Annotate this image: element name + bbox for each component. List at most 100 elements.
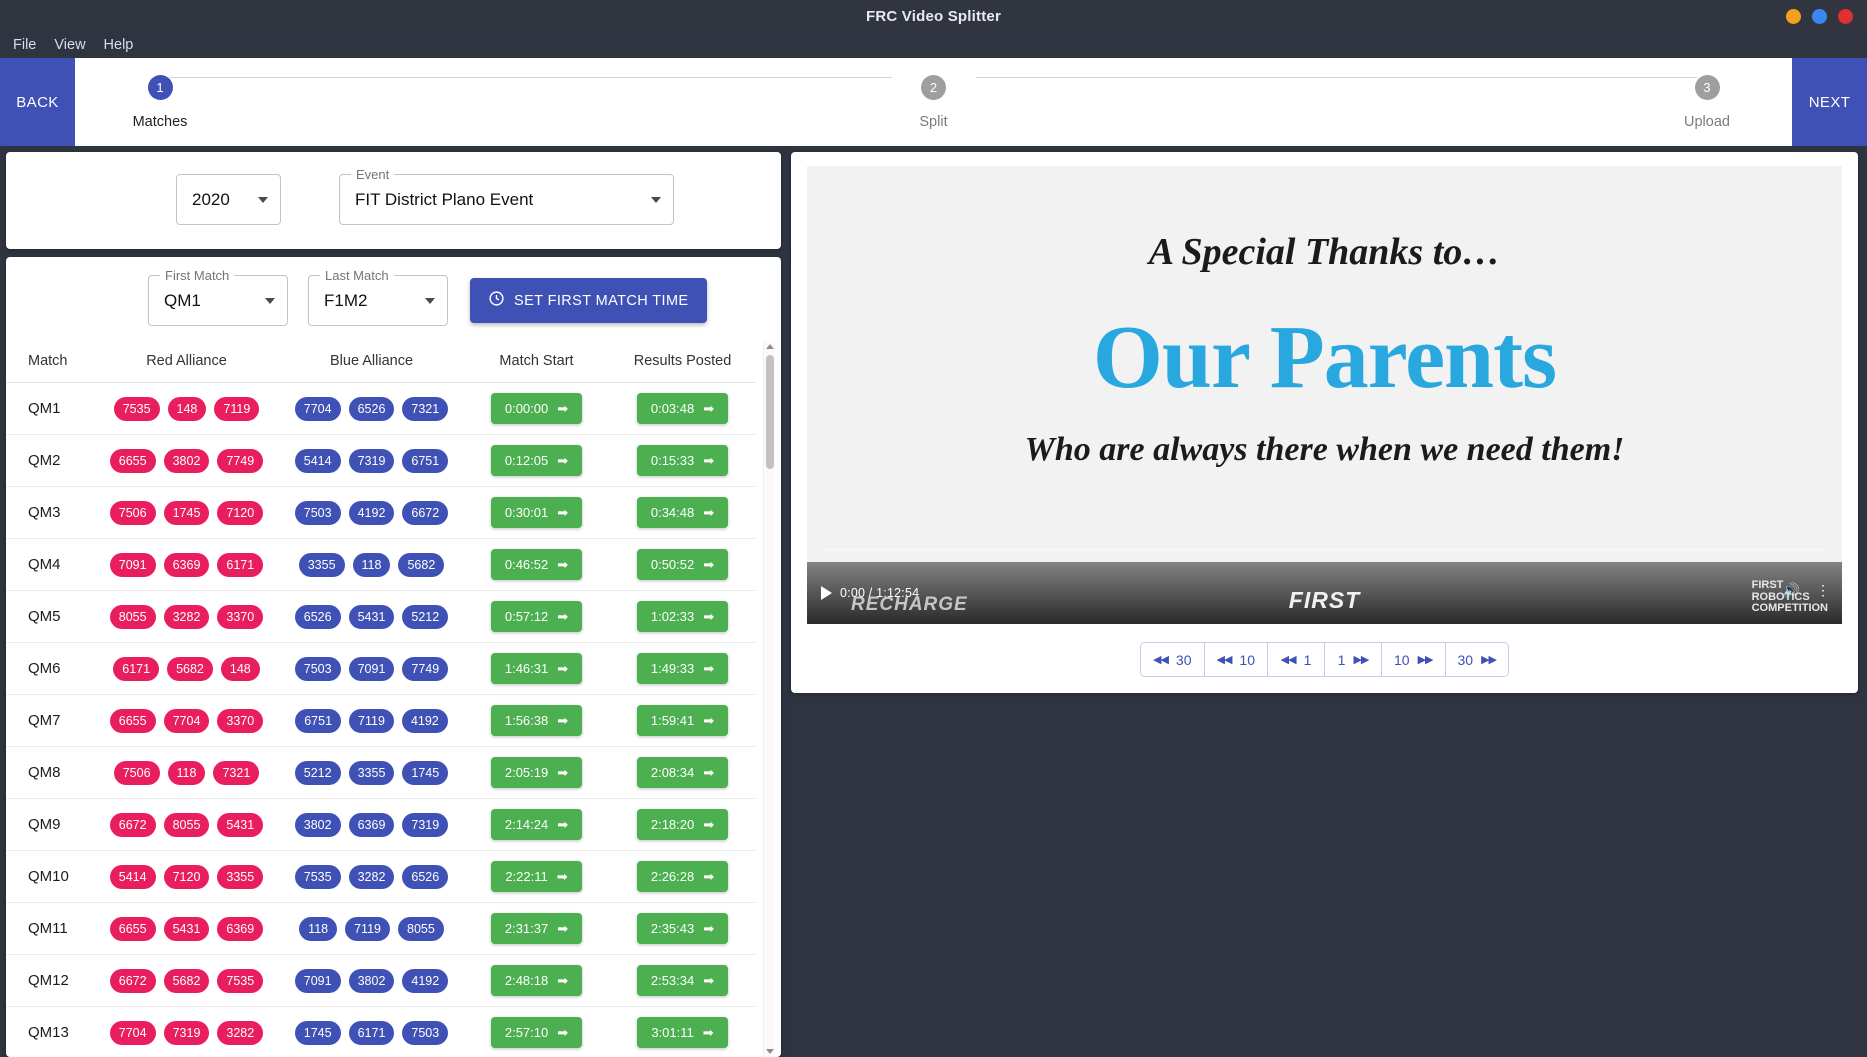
team-chip[interactable]: 4192 (401, 708, 448, 733)
team-chip[interactable]: 5212 (294, 760, 341, 785)
seek-forward-1-button[interactable]: 1 ▶▶ (1325, 643, 1382, 676)
results-posted-button[interactable]: 2:08:34 ➡ (637, 757, 728, 788)
seek-back-10-button[interactable]: ◀◀ 10 (1204, 643, 1268, 676)
results-posted-button[interactable]: 0:34:48 ➡ (637, 497, 728, 528)
match-start-button[interactable]: 0:12:05 ➡ (491, 445, 582, 476)
team-chip[interactable]: 7120 (217, 500, 264, 525)
match-start-button[interactable]: 1:56:38 ➡ (491, 705, 582, 736)
team-chip[interactable]: 148 (167, 396, 207, 421)
results-posted-button[interactable]: 2:53:34 ➡ (637, 965, 728, 996)
year-select[interactable]: 2020 (176, 174, 281, 225)
team-chip[interactable]: 6369 (217, 916, 264, 941)
match-start-button[interactable]: 2:22:11 ➡ (491, 861, 582, 892)
scrollbar-thumb[interactable] (766, 355, 774, 469)
match-start-button[interactable]: 2:31:37 ➡ (491, 913, 582, 944)
team-chip[interactable]: 8055 (398, 916, 444, 941)
team-chip[interactable]: 5682 (163, 968, 210, 993)
results-posted-button[interactable]: 2:35:43 ➡ (637, 913, 728, 944)
table-row[interactable]: QM4 7091 6369 6171 3355 118 5682 0:46:52 ➡ 0:50:5… (6, 538, 756, 591)
team-chip[interactable]: 5682 (398, 552, 445, 577)
team-chip[interactable]: 7319 (348, 448, 395, 473)
table-row[interactable]: QM11 6655 5431 6369 118 7119 8055 2:31:37 ➡ 2:35:… (6, 902, 756, 955)
team-chip[interactable]: 7535 (113, 396, 160, 421)
team-chip[interactable]: 8055 (163, 812, 210, 837)
team-chip[interactable]: 6526 (402, 864, 449, 889)
table-row[interactable]: QM8 7506 118 7321 5212 3355 1745 2:05:19 ➡ 2:08:3… (6, 746, 756, 799)
table-row[interactable]: QM6 6171 5682 148 7503 7091 7749 1:46:31 ➡ 1:49:3… (6, 642, 756, 695)
menu-view[interactable]: View (45, 34, 94, 56)
team-chip[interactable]: 4192 (348, 500, 395, 525)
team-chip[interactable]: 7319 (163, 1020, 210, 1045)
match-start-button[interactable]: 0:00:00 ➡ (491, 393, 582, 424)
team-chip[interactable]: 7535 (294, 864, 341, 889)
seek-forward-10-button[interactable]: 10 ▶▶ (1382, 643, 1446, 676)
team-chip[interactable]: 1745 (402, 760, 449, 785)
team-chip[interactable]: 5431 (348, 604, 395, 629)
team-chip[interactable]: 7704 (109, 1020, 156, 1045)
table-row[interactable]: QM13 7704 7319 3282 1745 6171 7503 2:57:10 ➡ 3:01… (6, 1006, 756, 1057)
team-chip[interactable]: 3282 (348, 864, 395, 889)
match-start-button[interactable]: 2:05:19 ➡ (491, 757, 582, 788)
team-chip[interactable]: 7749 (217, 448, 264, 473)
team-chip[interactable]: 6171 (113, 656, 160, 681)
table-scrollbar[interactable] (763, 341, 775, 1057)
team-chip[interactable]: 148 (220, 656, 260, 681)
team-chip[interactable]: 7749 (402, 656, 449, 681)
team-chip[interactable]: 6526 (348, 396, 395, 421)
team-chip[interactable]: 6369 (348, 812, 395, 837)
video-player[interactable]: A Special Thanks to… Our Parents Who are… (807, 166, 1842, 624)
team-chip[interactable]: 8055 (109, 604, 156, 629)
results-posted-button[interactable]: 3:01:11 ➡ (637, 1017, 728, 1048)
team-chip[interactable]: 6751 (295, 708, 342, 733)
set-first-match-time-button[interactable]: SET FIRST MATCH TIME (470, 278, 707, 323)
team-chip[interactable]: 7091 (294, 968, 341, 993)
team-chip[interactable]: 5414 (109, 864, 156, 889)
team-chip[interactable]: 3370 (217, 604, 264, 629)
team-chip[interactable]: 6171 (217, 552, 264, 577)
table-row[interactable]: QM7 6655 7704 3370 6751 7119 4192 1:56:38 ➡ 1:59:… (6, 694, 756, 747)
team-chip[interactable]: 7119 (214, 396, 260, 421)
team-chip[interactable]: 7120 (163, 864, 210, 889)
results-posted-button[interactable]: 1:59:41 ➡ (637, 705, 728, 736)
team-chip[interactable]: 4192 (402, 968, 449, 993)
step-split[interactable]: 2 Split (874, 74, 994, 130)
team-chip[interactable]: 6655 (109, 448, 156, 473)
team-chip[interactable]: 7503 (294, 656, 341, 681)
results-posted-button[interactable]: 2:18:20 ➡ (637, 809, 728, 840)
team-chip[interactable]: 5212 (402, 604, 449, 629)
team-chip[interactable]: 118 (167, 760, 206, 785)
team-chip[interactable]: 6672 (109, 812, 156, 837)
maximize-button[interactable] (1812, 8, 1827, 24)
team-chip[interactable]: 118 (352, 552, 391, 577)
results-posted-button[interactable]: 1:02:33 ➡ (637, 601, 728, 632)
table-row[interactable]: QM3 7506 1745 7120 7503 4192 6672 0:30:01 ➡ 0:34:… (6, 486, 756, 539)
team-chip[interactable]: 5431 (163, 916, 210, 941)
results-posted-button[interactable]: 0:15:33 ➡ (637, 445, 728, 476)
match-start-button[interactable]: 2:48:18 ➡ (491, 965, 582, 996)
match-start-button[interactable]: 0:30:01 ➡ (491, 497, 582, 528)
team-chip[interactable]: 7321 (402, 396, 449, 421)
first-match-select[interactable]: First Match QM1 (148, 268, 288, 326)
team-chip[interactable]: 7319 (402, 812, 449, 837)
team-chip[interactable]: 1745 (163, 500, 210, 525)
team-chip[interactable]: 7506 (113, 760, 160, 785)
team-chip[interactable]: 6672 (402, 500, 449, 525)
team-chip[interactable]: 3802 (294, 812, 341, 837)
match-start-button[interactable]: 1:46:31 ➡ (491, 653, 582, 684)
close-button[interactable] (1838, 8, 1853, 24)
team-chip[interactable]: 5414 (294, 448, 341, 473)
step-matches[interactable]: 1 Matches (100, 74, 220, 130)
seek-back-30-button[interactable]: ◀◀ 30 (1141, 643, 1205, 676)
table-row[interactable]: QM2 6655 3802 7749 5414 7319 6751 0:12:05 ➡ 0:15:… (6, 434, 756, 487)
scroll-up-icon[interactable] (766, 344, 774, 349)
team-chip[interactable]: 3355 (217, 864, 264, 889)
team-chip[interactable]: 6672 (109, 968, 156, 993)
table-row[interactable]: QM10 5414 7120 3355 7535 3282 6526 2:22:11 ➡ 2:26… (6, 850, 756, 903)
team-chip[interactable]: 5682 (167, 656, 213, 681)
team-chip[interactable]: 3802 (163, 448, 210, 473)
menu-help[interactable]: Help (95, 34, 143, 56)
team-chip[interactable]: 6655 (109, 708, 156, 733)
team-chip[interactable]: 7503 (294, 500, 341, 525)
team-chip[interactable]: 7503 (402, 1020, 449, 1045)
team-chip[interactable]: 7091 (348, 656, 395, 681)
